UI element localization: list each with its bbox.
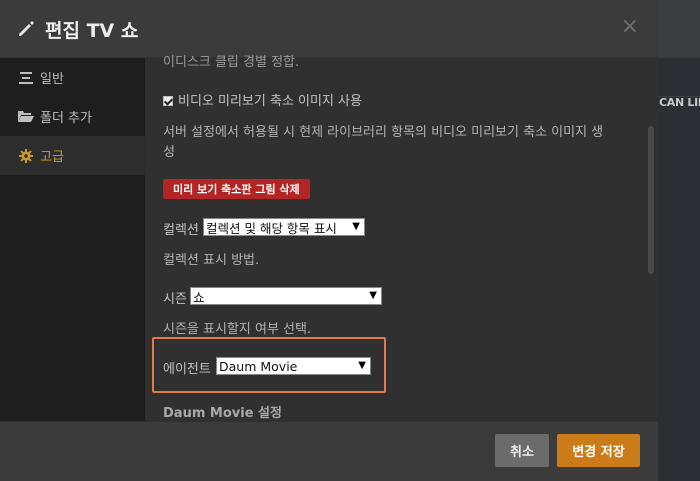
folder-icon (18, 110, 34, 124)
sidebar-item-label: 일반 (40, 72, 64, 87)
modal-title: 편집 TV 쇼 (45, 20, 139, 42)
modal-header: 편집 TV 쇼 × (0, 0, 658, 58)
agent-select-value: Daum Movie (219, 358, 298, 374)
save-changes-button[interactable]: 변경 저장 (557, 434, 640, 467)
sidebar-item-label: 폴더 추가 (40, 111, 92, 126)
settings-sidebar: 일반 폴더 추가 고급 (0, 58, 145, 421)
agent-label: 에이전트 (163, 362, 211, 377)
season-select[interactable]: 쇼 ▼ (190, 287, 382, 305)
video-preview-checkbox[interactable] (163, 96, 173, 106)
dropdown-arrow-icon: ▼ (352, 221, 360, 232)
video-preview-checkbox-label: 비디오 미리보기 축소 이미지 사용 (178, 94, 362, 109)
gear-icon (18, 148, 34, 163)
cancel-button[interactable]: 취소 (495, 434, 549, 467)
background-library-text: CAN LIB (659, 96, 700, 109)
modal-footer: 취소 변경 저장 (0, 421, 658, 481)
content-scrollbar[interactable] (648, 126, 654, 274)
delete-thumbnails-button[interactable]: 미리 보기 축소판 그림 삭제 (163, 179, 310, 199)
agent-settings-heading: Daum Movie 설정 (163, 406, 282, 421)
season-label: 시즌 (163, 292, 187, 307)
sidebar-item-general[interactable]: 일반 (0, 58, 145, 97)
agent-select[interactable]: Daum Movie ▼ (216, 357, 371, 375)
background-header (658, 0, 700, 58)
season-select-value: 쇼 (193, 289, 205, 305)
sidebar-item-add-folder[interactable]: 폴더 추가 (0, 97, 145, 136)
collection-select[interactable]: 컬렉션 및 해당 항목 표시 ▼ (203, 218, 365, 236)
pencil-icon (16, 19, 36, 39)
season-help-text: 시즌을 표시할지 여부 선택. (163, 322, 312, 337)
cut-off-help-text: 이디스크 클립 경별 정합. (163, 55, 300, 70)
sidebar-item-label: 고급 (40, 150, 64, 165)
video-preview-checkbox-row: 비디오 미리보기 축소 이미지 사용 (163, 90, 362, 109)
dropdown-arrow-icon: ▼ (369, 290, 377, 301)
collection-select-value: 컬렉션 및 해당 항목 표시 (206, 220, 337, 236)
collection-label: 컬렉션 (163, 223, 199, 238)
background-app (658, 0, 700, 481)
close-button[interactable]: × (621, 16, 639, 38)
video-preview-help-line-2: 성 (163, 145, 175, 160)
edit-tv-show-modal: 편집 TV 쇼 × 일반 폴더 추가 고급 이디스크 클립 경별 정합. 비디오… (0, 0, 658, 481)
list-icon (18, 71, 34, 85)
video-preview-help-line-1: 서버 설정에서 허용될 시 현제 라이브러리 항목의 비디오 미리보기 축소 이… (163, 125, 604, 140)
dropdown-arrow-icon: ▼ (358, 360, 366, 371)
collection-help-text: 컬렉션 표시 방법. (163, 253, 260, 268)
sidebar-item-advanced[interactable]: 고급 (0, 136, 145, 175)
